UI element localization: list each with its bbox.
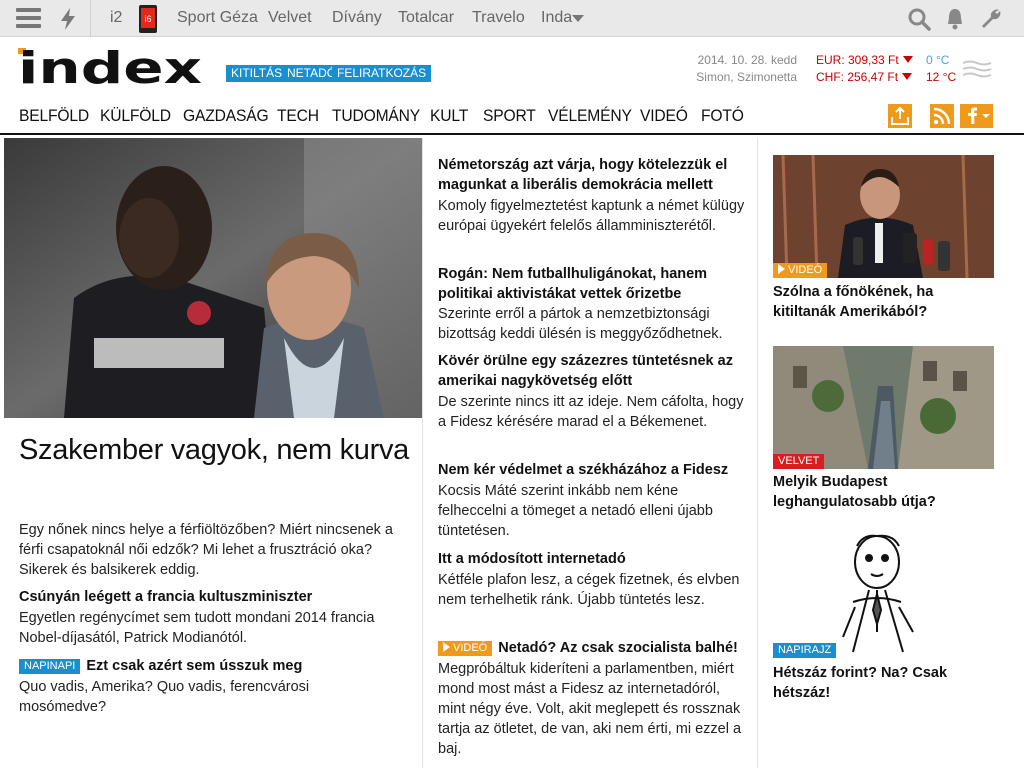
nav-divider	[0, 133, 1024, 135]
napirajz-badge: NAPIRAJZ	[773, 643, 837, 658]
article-lead: Quo vadis, Amerika? Quo vadis, ferencvár…	[19, 679, 310, 715]
topbar-link-divany[interactable]: Dívány	[332, 9, 382, 27]
temp-high: 12 °C	[926, 70, 957, 84]
bell-icon[interactable]	[943, 7, 967, 31]
eur-rate: EUR: 309,33 Ft	[816, 53, 899, 67]
article-lead: Kocsis Máté szerint inkább nem kéne felh…	[438, 483, 713, 539]
chf-rate: CHF: 256,47 Ft	[816, 70, 899, 84]
hero-image[interactable]	[4, 138, 422, 418]
down-arrow-icon	[902, 73, 913, 80]
article-title-video[interactable]: VIDEÓ Netadó? Az csak szocialista balhé!	[438, 638, 750, 658]
topbar-link-totalcar[interactable]: Totalcar	[398, 9, 454, 27]
article-title[interactable]: Nem kér védelmet a székházához a Fidesz	[438, 460, 750, 480]
fog-icon	[962, 60, 992, 78]
velvet-thumbnail[interactable]: VELVET	[773, 346, 994, 469]
phone-label: i6	[144, 14, 151, 24]
topbar-divider	[90, 0, 91, 37]
hero-lead: Egy nőnek nincs helye a férfiöltözőben? …	[19, 522, 393, 578]
rss-icon[interactable]	[930, 104, 954, 128]
nav-velemeny[interactable]: VÉLEMÉNY	[548, 106, 632, 126]
share-icon[interactable]	[888, 104, 912, 128]
weather-temps[interactable]: 0 °C 12 °C	[926, 52, 956, 86]
topbar-link-travelo[interactable]: Travelo	[472, 9, 525, 27]
logo-text: index	[18, 44, 202, 90]
article-title[interactable]: Kövér örülne egy százezres tüntetésnek a…	[438, 351, 750, 391]
article-lead: Egyetlen regénycímet sem tudott mondani …	[19, 610, 375, 646]
video-badge: VIDEÓ	[438, 641, 493, 656]
main-nav: BELFÖLD KÜLFÖLD GAZDASÁG TECH TUDOMÁNY K…	[0, 100, 1024, 133]
article-title-text: Ezt csak azért sem ússzuk meg	[86, 658, 303, 674]
index-logo[interactable]: index	[18, 44, 204, 90]
article-title[interactable]: Rogán: Nem futballhuligánokat, hanem pol…	[438, 264, 750, 304]
chevron-down-icon[interactable]	[572, 15, 584, 23]
nav-belfold[interactable]: BELFÖLD	[19, 106, 89, 126]
article-title[interactable]: Csúnyán leégett a francia kultuszminiszt…	[19, 587, 414, 607]
topbar-link-i2[interactable]: i2	[110, 9, 122, 27]
phone-icon[interactable]: i6	[138, 4, 158, 34]
menu-icon[interactable]	[16, 8, 41, 29]
video-badge-label: VIDEÓ	[788, 264, 823, 276]
article-lead: Megpróbáltuk kideríteni a parlamentben, …	[438, 661, 742, 757]
napinapi-badge: NAPINAPI	[19, 659, 81, 674]
cartoon-image	[773, 532, 994, 658]
wrench-icon[interactable]	[979, 7, 1003, 31]
nav-gazdasag[interactable]: GAZDASÁG	[183, 106, 269, 126]
down-arrow-icon	[902, 56, 913, 63]
video-thumbnail[interactable]: VIDEÓ	[773, 155, 994, 278]
play-icon	[778, 264, 785, 274]
column-divider	[757, 138, 758, 768]
nav-tudomany[interactable]: TUDOMÁNY	[332, 106, 420, 126]
press-conference-image	[773, 155, 994, 278]
nav-kulfold[interactable]: KÜLFÖLD	[100, 106, 171, 126]
exchange-rates[interactable]: EUR: 309,33 Ft CHF: 256,47 Ft	[816, 52, 913, 86]
nav-tech[interactable]: TECH	[277, 106, 319, 126]
temp-low: 0 °C	[926, 53, 950, 67]
velvet-badge: VELVET	[773, 454, 825, 469]
topbar-link-sportgeza[interactable]: Sport Géza	[177, 9, 258, 27]
tag-kitiltas[interactable]: KITILTÁS	[226, 65, 288, 82]
article-title-napinapi[interactable]: NAPINAPI Ezt csak azért sem ússzuk meg	[19, 656, 414, 676]
tag-feliratkozas[interactable]: FELIRATKOZÁS	[332, 65, 432, 82]
nameday-text: Simon, Szimonetta	[696, 70, 797, 84]
article-lead: De szerinte nincs itt az ideje. Nem cáfo…	[438, 394, 744, 430]
article-lead: Szerinte erről a pártok a nemzetbiztonsá…	[438, 306, 723, 342]
top-bar: i2 i6 Sport Géza Velvet Dívány Totalcar …	[0, 0, 1024, 37]
video-badge-label: VIDEÓ	[453, 642, 488, 654]
play-icon	[443, 642, 450, 652]
date-box: 2014. 10. 28. kedd Simon, Szimonetta	[696, 52, 797, 86]
side-article-title[interactable]: Hétszáz forint? Na? Csak hétszáz!	[773, 663, 998, 703]
article-lead: Komoly figyelmeztetést kaptunk a német k…	[438, 198, 745, 234]
cartoon-thumbnail[interactable]: NAPIRAJZ	[773, 532, 994, 658]
nav-kult[interactable]: KULT	[430, 106, 468, 126]
column-divider	[422, 138, 423, 768]
article-lead: Kétféle plafon lesz, a cégek fizetnek, é…	[438, 572, 740, 608]
topbar-link-inda[interactable]: Inda	[541, 9, 572, 27]
nav-video[interactable]: VIDEÓ	[640, 106, 688, 126]
topbar-link-velvet[interactable]: Velvet	[268, 9, 312, 27]
article-title[interactable]: Németország azt várja, hogy kötelezzük e…	[438, 155, 750, 195]
lightning-icon[interactable]	[58, 7, 78, 31]
nav-sport[interactable]: SPORT	[483, 106, 536, 126]
article-title-text: Netadó? Az csak szocialista balhé!	[498, 640, 738, 656]
street-image	[773, 346, 994, 469]
search-icon[interactable]	[907, 7, 931, 31]
facebook-icon[interactable]	[960, 104, 993, 128]
side-article-title[interactable]: Melyik Budapest leghangulatosabb útja?	[773, 472, 998, 512]
video-badge: VIDEÓ	[773, 263, 828, 278]
article-title[interactable]: Itt a módosított internetadó	[438, 549, 750, 569]
date-text: 2014. 10. 28. kedd	[697, 53, 797, 67]
side-article-title[interactable]: Szólna a főnökének, ha kitiltanák Amerik…	[773, 282, 998, 322]
hero-title[interactable]: Szakember vagyok, nem kurva	[19, 430, 409, 471]
nav-foto[interactable]: FOTÓ	[701, 106, 744, 126]
